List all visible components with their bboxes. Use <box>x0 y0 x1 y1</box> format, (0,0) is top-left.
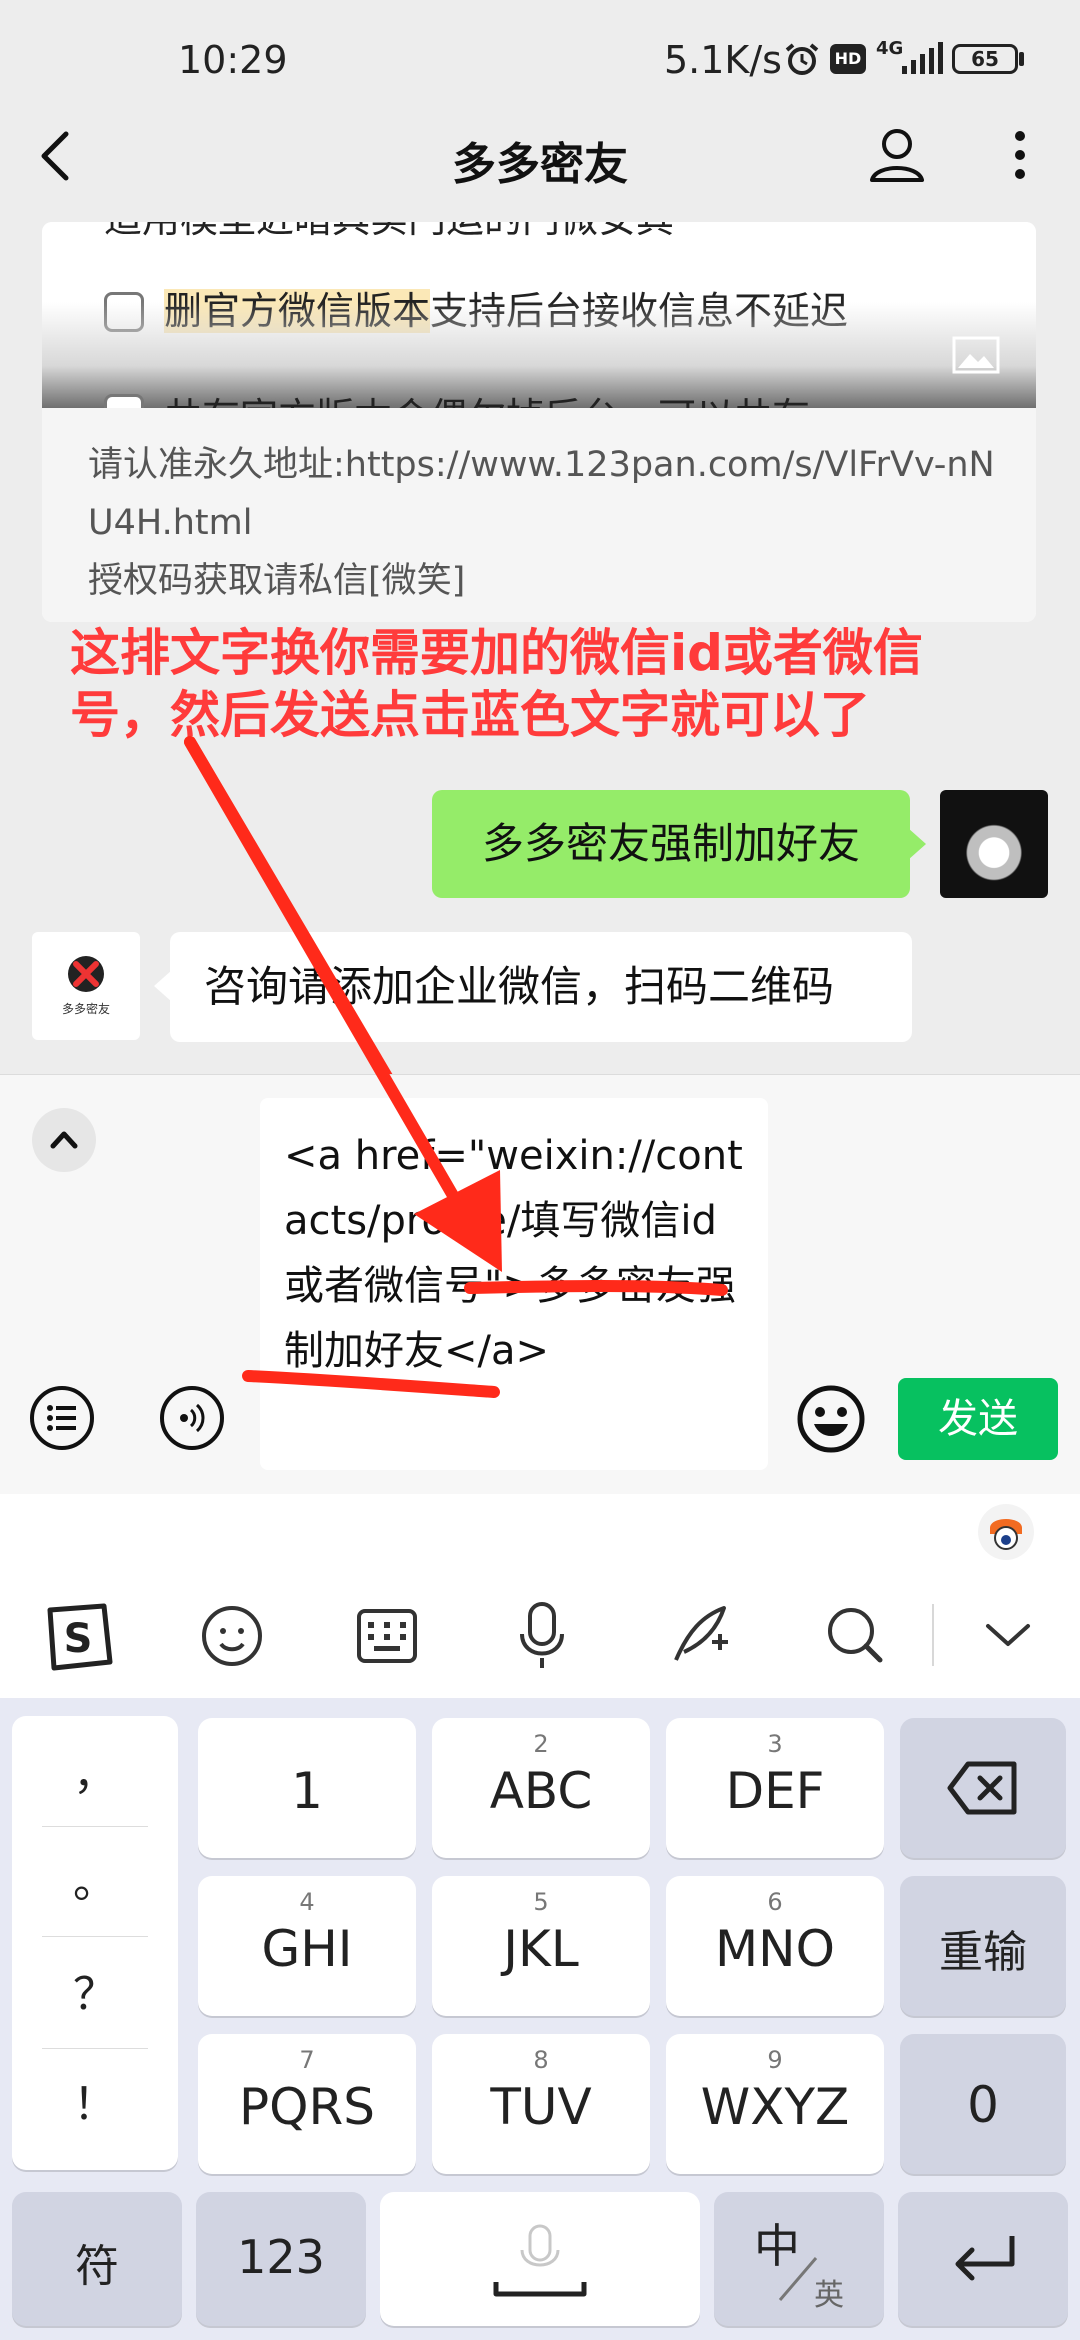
key-label: 0 <box>967 2076 999 2134</box>
voice-input-button[interactable] <box>160 1386 224 1450</box>
key-label: 1 <box>291 1762 323 1820</box>
footer-url-line: 请认准永久地址:https://www.123pan.com/s/VlFrVv-… <box>88 445 995 543</box>
bot-message-bubble[interactable]: 咨询请添加企业微信，扫码二维码 <box>154 932 912 1042</box>
enter-key[interactable] <box>898 2192 1068 2326</box>
bot-logo-icon <box>68 956 104 992</box>
key-label: 123 <box>237 2230 325 2284</box>
emoji-icon[interactable] <box>796 1384 866 1454</box>
numbers-key[interactable]: 123 <box>196 2192 366 2326</box>
my-message-bubble[interactable]: 多多密友强制加好友 <box>432 790 926 898</box>
handwriting-icon[interactable] <box>668 1602 732 1666</box>
punct-comma[interactable]: ， <box>20 1738 170 1802</box>
chevron-up-icon <box>50 1131 78 1149</box>
punct-divider <box>42 1826 148 1827</box>
lang-sub: 英 <box>814 2278 844 2313</box>
mascot-face-icon <box>990 1519 1022 1550</box>
backspace-icon <box>947 1761 1017 1815</box>
key-4[interactable]: 4 GHI <box>198 1876 416 2016</box>
key-6[interactable]: 6 MNO <box>666 1876 884 2016</box>
symbols-key[interactable]: 符 <box>12 2192 182 2326</box>
annotation-text: 这排文字换你需要加的微信id或者微信号，然后发送点击蓝色文字就可以了 <box>70 624 923 744</box>
chat-area[interactable]: 适用模型近暗具实门运的门微安其 删官方微信版本支持后台接收信息不延迟 共存官方版… <box>0 222 1080 1074</box>
search-icon[interactable] <box>824 1604 884 1666</box>
more-options-icon[interactable] <box>1010 128 1030 182</box>
article-line-top: 适用模型近暗具实门运的门微安其 <box>104 222 674 243</box>
key-label: ABC <box>489 1762 593 1820</box>
emoji-panel-icon[interactable] <box>200 1604 264 1668</box>
expand-button[interactable] <box>32 1108 96 1172</box>
key-label: DEF <box>725 1762 825 1820</box>
footer-auth-line: 授权码获取请私信[微笑] <box>88 561 466 601</box>
svg-text:S: S <box>64 1616 93 1662</box>
punct-divider <box>42 1936 148 1937</box>
key-label: JKL <box>503 1920 579 1978</box>
message-input[interactable]: <a href="weixin://contacts/profile/填写微信i… <box>260 1098 768 1470</box>
profile-icon[interactable] <box>868 126 926 184</box>
key-7[interactable]: 7 PQRS <box>198 2034 416 2174</box>
punct-period[interactable]: 。 <box>20 1846 170 1910</box>
image-icon <box>952 336 1000 374</box>
key-label: MNO <box>715 1920 835 1978</box>
list-icon <box>47 1405 76 1431</box>
enter-icon <box>955 2236 1015 2281</box>
key-number: 4 <box>299 1888 315 1916</box>
my-avatar[interactable] <box>940 790 1048 898</box>
alarm-icon <box>785 43 819 75</box>
key-label: WXYZ <box>700 2078 850 2136</box>
space-mic-icon <box>493 2224 587 2297</box>
key-number: 6 <box>767 1888 783 1916</box>
key-8[interactable]: 8 TUV <box>432 2034 650 2174</box>
microphone-icon[interactable] <box>516 1600 568 1672</box>
send-button[interactable]: 发送 <box>898 1378 1058 1460</box>
collapse-keyboard-icon[interactable] <box>984 1620 1032 1650</box>
sogou-logo-icon[interactable]: S <box>40 1602 116 1672</box>
language-switch-key[interactable]: 中 英 <box>714 2192 884 2326</box>
key-number: 3 <box>767 1730 783 1758</box>
key-label: 符 <box>75 2241 119 2292</box>
hd-badge: HD <box>830 44 866 74</box>
key-0[interactable]: 0 <box>900 2034 1066 2174</box>
battery-tip <box>1019 52 1024 66</box>
key-number: 7 <box>299 2046 315 2074</box>
key-2[interactable]: 2 ABC <box>432 1718 650 1858</box>
battery-icon: 65 <box>952 44 1018 74</box>
voice-icon <box>180 1403 205 1433</box>
more-functions-button[interactable] <box>30 1386 94 1450</box>
article-card[interactable]: 适用模型近暗具实门运的门微安其 删官方微信版本支持后台接收信息不延迟 共存官方版… <box>42 222 1036 622</box>
key-label: TUV <box>490 2078 592 2136</box>
reenter-key[interactable]: 重输 <box>900 1876 1066 2016</box>
key-label: PQRS <box>239 2078 375 2136</box>
bot-avatar-caption: 多多密友 <box>61 1002 110 1016</box>
punct-divider <box>42 2048 148 2049</box>
backspace-key[interactable] <box>900 1718 1066 1858</box>
key-1[interactable]: 1 <box>198 1718 416 1858</box>
punct-question[interactable]: ？ <box>20 1958 170 2022</box>
key-number: 9 <box>767 2046 783 2074</box>
mascot-icon[interactable] <box>978 1504 1034 1560</box>
status-time: 10:29 <box>178 38 288 82</box>
space-key[interactable] <box>380 2192 700 2326</box>
key-number: 8 <box>533 2046 549 2074</box>
key-9[interactable]: 9 WXYZ <box>666 2034 884 2174</box>
card-footer-text: 请认准永久地址:https://www.123pan.com/s/VlFrVv-… <box>88 436 1008 610</box>
punctuation-column[interactable]: ， 。 ？ ！ <box>12 1716 178 2170</box>
toolbar-divider <box>932 1604 934 1666</box>
key-number: 5 <box>533 1888 549 1916</box>
bot-avatar[interactable]: 多多密友 <box>32 932 140 1040</box>
keyboard-layout-icon[interactable] <box>356 1608 418 1664</box>
key-5[interactable]: 5 JKL <box>432 1876 650 2016</box>
key-number: 2 <box>533 1730 549 1758</box>
signal-strength-icon <box>902 42 943 74</box>
key-label: GHI <box>261 1920 353 1978</box>
punct-exclamation[interactable]: ！ <box>20 2068 170 2132</box>
key-label: 重输 <box>939 1927 1027 1978</box>
network-speed: 5.1K/s <box>664 38 782 82</box>
key-3[interactable]: 3 DEF <box>666 1718 884 1858</box>
